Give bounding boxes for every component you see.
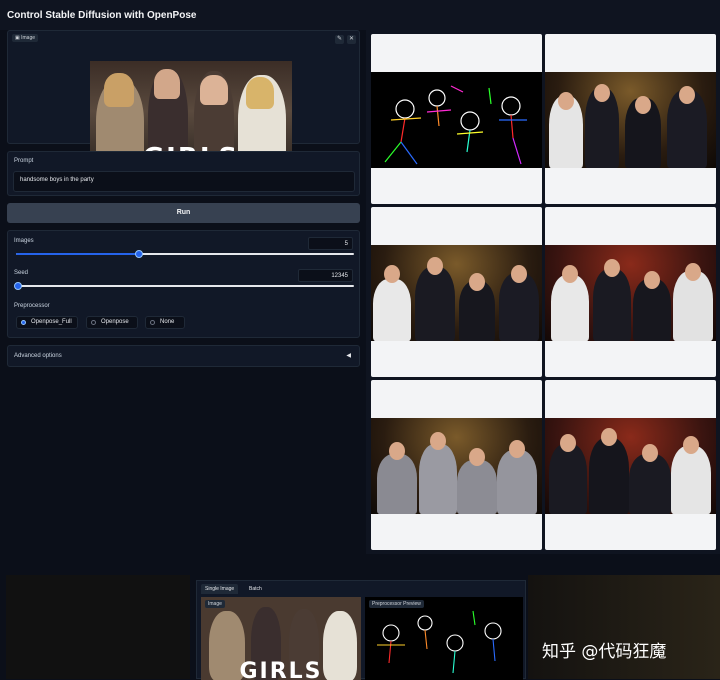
secondary-pose-box: Preprocessor Preview — [365, 597, 523, 680]
settings-panel: Images 5 Seed 12345 Preprocessor Openpos… — [7, 230, 360, 338]
generated-image — [371, 418, 542, 514]
collapse-arrow-icon: ◀ — [346, 353, 351, 359]
prompt-panel: Prompt handsome boys in the party — [7, 151, 360, 196]
prompt-label: Prompt — [14, 158, 34, 164]
generated-image — [545, 245, 716, 341]
secondary-image-box[interactable]: Image GIRLS — [201, 597, 361, 680]
generated-image — [545, 418, 716, 514]
gallery-item-boys-5[interactable] — [545, 380, 716, 550]
secondary-pose-label: Preprocessor Preview — [369, 600, 424, 608]
prompt-input[interactable]: handsome boys in the party — [13, 171, 355, 192]
pose-skeleton-svg — [384, 85, 527, 165]
seed-number-input[interactable]: 12345 — [298, 269, 353, 282]
generated-image — [545, 72, 716, 168]
seed-slider-track[interactable] — [16, 285, 354, 287]
images-slider-fill — [16, 253, 138, 255]
secondary-left-panel — [6, 575, 190, 679]
secondary-pose-svg — [377, 610, 502, 674]
app-header: Control Stable Diffusion with OpenPose — [0, 0, 720, 30]
image-input-panel[interactable]: ▣ Image ✎ ✕ GIRLS — [7, 30, 360, 173]
pencil-icon[interactable]: ✎ — [335, 35, 344, 44]
gallery-item-boys-3[interactable] — [545, 207, 716, 377]
output-gallery — [366, 30, 720, 554]
images-number-input[interactable]: 5 — [308, 237, 353, 250]
advanced-options-accordion[interactable]: Advanced options ◀ — [7, 345, 360, 367]
gallery-item-boys-4[interactable] — [371, 380, 542, 550]
close-icon[interactable]: ✕ — [347, 35, 356, 44]
watermark: 知乎 @代码狂魔 — [542, 642, 667, 662]
image-label: ▣ Image — [12, 34, 39, 42]
preprocessor-label: Preprocessor — [14, 303, 50, 309]
radio-none[interactable]: None — [145, 316, 185, 329]
seed-label: Seed — [14, 270, 29, 276]
advanced-options-label: Advanced options — [14, 353, 62, 359]
pose-skeleton-image — [371, 72, 542, 168]
radio-unselected-icon — [150, 320, 155, 325]
generated-image — [371, 245, 542, 341]
tab-single-image[interactable]: Single Image — [201, 584, 239, 594]
radio-unselected-icon — [91, 320, 96, 325]
secondary-app-panel: Single Image Batch Image GIRLS Preproces… — [196, 580, 526, 680]
images-slider-thumb[interactable] — [135, 250, 143, 258]
gallery-item-boys-1[interactable] — [545, 34, 716, 204]
run-button[interactable]: Run — [7, 203, 360, 223]
secondary-right-panel — [528, 575, 720, 679]
seed-slider-thumb[interactable] — [14, 282, 22, 290]
images-label: Images — [14, 238, 34, 244]
app-title: Control Stable Diffusion with OpenPose — [7, 10, 197, 21]
tab-batch[interactable]: Batch — [245, 584, 266, 594]
radio-openpose[interactable]: Openpose — [86, 316, 138, 329]
radio-selected-icon — [21, 320, 26, 325]
radio-openpose-full[interactable]: Openpose_Full — [16, 316, 78, 329]
gallery-item-pose[interactable] — [371, 34, 542, 204]
secondary-image-label: Image — [205, 600, 225, 608]
gallery-item-boys-2[interactable] — [371, 207, 542, 377]
secondary-overlay-text: GIRLS — [239, 659, 323, 680]
